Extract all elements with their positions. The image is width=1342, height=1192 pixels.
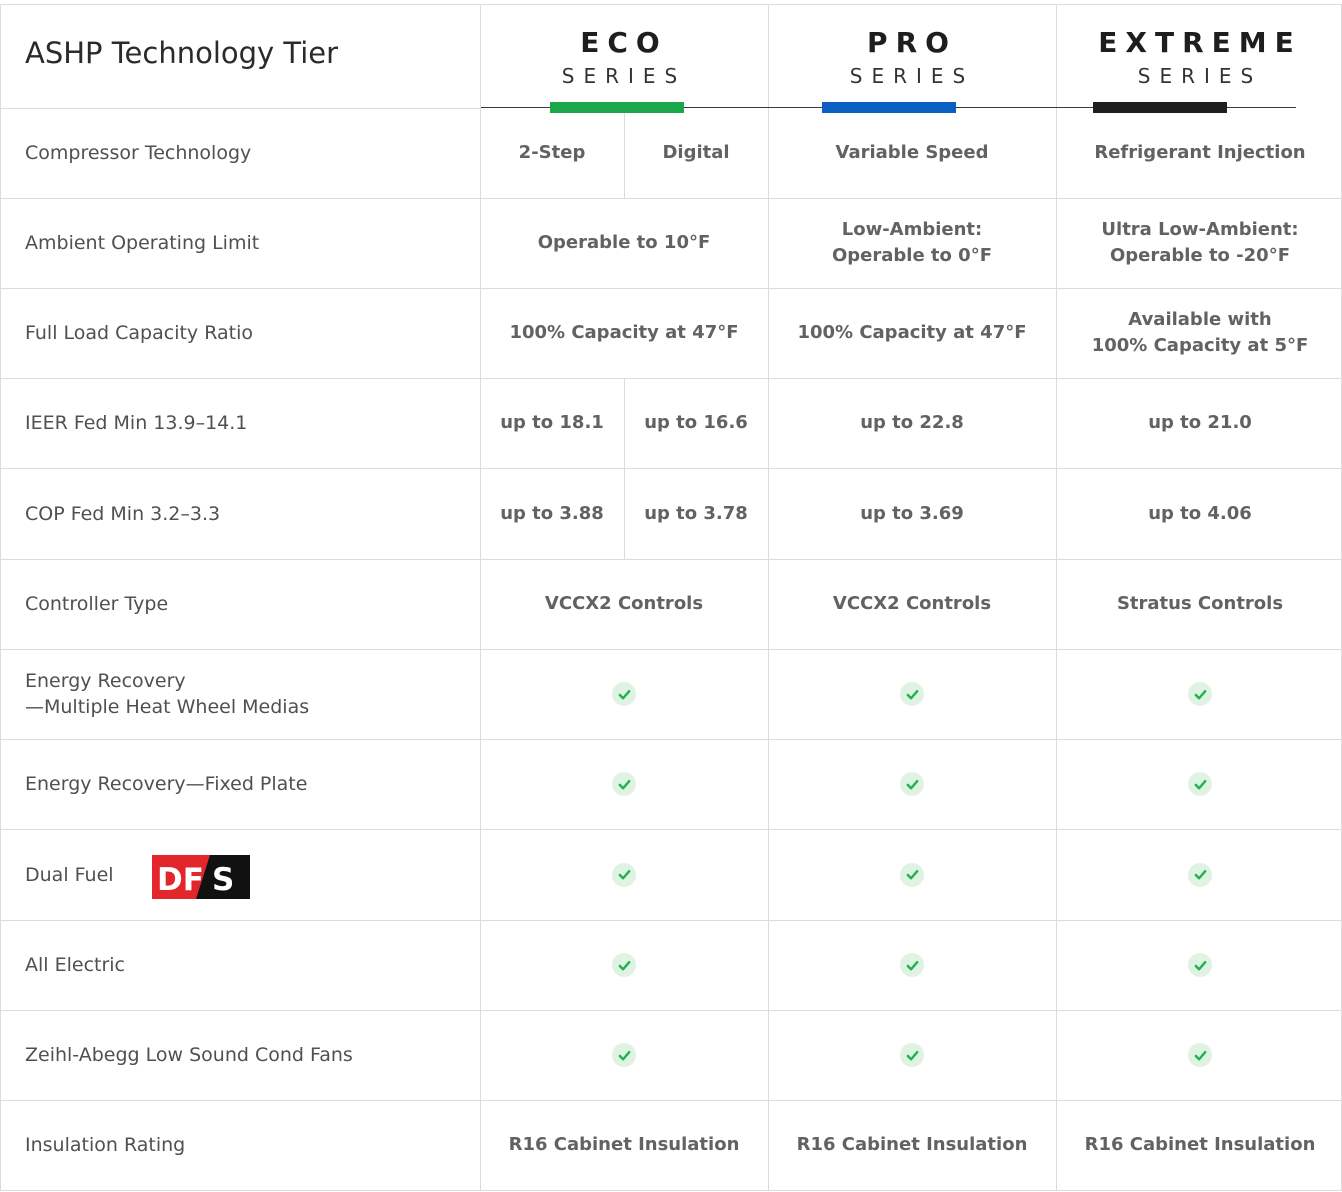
row-label-capacity: Full Load Capacity Ratio [25, 322, 253, 344]
cell-er-wheel-eco [480, 649, 768, 739]
tier-extreme-name: EXTREME [1098, 26, 1302, 59]
row-label-all-electric: All Electric [25, 954, 126, 976]
grid-line [0, 4, 1342, 5]
cell-ieer-eco-a: up to 18.1 [500, 412, 604, 433]
checkmark-icon [612, 772, 636, 796]
cell-ieer-eco-b: up to 16.6 [644, 412, 748, 433]
cell-dual-fuel-pro [768, 829, 1056, 920]
checkmark-icon [900, 682, 924, 706]
checkmark-icon [1188, 862, 1212, 887]
cell-compressor-extreme: Refrigerant Injection [1094, 142, 1306, 163]
cell-capacity-extreme: Available with 100% Capacity at 5°F [1091, 309, 1309, 356]
cell-compressor-eco-a: 2-Step [518, 142, 586, 163]
table-title: ASHP Technology Tier [25, 36, 339, 70]
cell-fans-pro [768, 1010, 1056, 1100]
cell-cop-pro: up to 3.69 [860, 502, 964, 524]
cell-er-wheel-pro [768, 649, 1056, 739]
row-label-fans: Zeihl-Abegg Low Sound Cond Fans [25, 1044, 353, 1066]
tier-extreme-subtitle: SERIES [1137, 64, 1263, 88]
cell-er-plate-eco [480, 739, 768, 829]
cell-er-plate-extreme [1056, 739, 1342, 829]
dfs-logo: DF S [152, 855, 250, 899]
cell-cop-eco-a: up to 3.88 [500, 502, 604, 524]
tier-eco-subtitle: SERIES [561, 64, 687, 88]
cell-er-plate-pro [768, 739, 1056, 829]
checkmark-icon [1188, 772, 1212, 796]
dfs-logo-text-s: S [212, 862, 234, 898]
dfs-logo-text-df: DF [157, 862, 204, 898]
comparison-table: ASHP Technology Tier ECO SERIES PRO SERI… [0, 0, 1342, 1192]
cell-dual-fuel-extreme [1056, 829, 1342, 920]
cell-controller-eco: VCCX2 Controls [544, 593, 704, 614]
checkmark-icon [900, 862, 924, 887]
tier-eco-name: ECO [580, 26, 668, 59]
row-label-insulation: Insulation Rating [25, 1134, 186, 1156]
checkmark-icon [612, 953, 636, 977]
tier-pro-name: PRO [867, 26, 957, 59]
row-label-compressor: Compressor Technology [25, 142, 252, 164]
cell-ieer-extreme: up to 21.0 [1148, 412, 1252, 433]
cell-insulation-extreme: R16 Cabinet Insulation [1084, 1134, 1316, 1155]
tier-pro-subtitle: SERIES [849, 64, 975, 88]
checkmark-icon [612, 1043, 636, 1067]
cell-capacity-pro: 100% Capacity at 47°F [797, 322, 1027, 343]
grid-line [0, 1190, 1342, 1191]
cell-fans-extreme [1056, 1010, 1342, 1100]
checkmark-icon [612, 682, 636, 706]
checkmark-icon [1188, 682, 1212, 706]
cell-compressor-pro: Variable Speed [835, 142, 989, 163]
checkmark-icon [900, 1043, 924, 1067]
row-label-controller: Controller Type [25, 593, 169, 615]
cell-cop-eco-b: up to 3.78 [644, 502, 748, 524]
cell-ieer-pro: up to 22.8 [860, 412, 964, 433]
cell-all-electric-extreme [1056, 920, 1342, 1010]
cell-all-electric-pro [768, 920, 1056, 1010]
checkmark-icon [900, 953, 924, 977]
row-label-er-wheel: Energy Recovery —Multiple Heat Wheel Med… [25, 670, 310, 718]
checkmark-icon [1188, 1043, 1212, 1067]
cell-ambient-eco: Operable to 10°F [537, 232, 711, 253]
cell-controller-extreme: Stratus Controls [1116, 593, 1284, 614]
cell-insulation-eco: R16 Cabinet Insulation [508, 1134, 740, 1155]
cell-controller-pro: VCCX2 Controls [832, 593, 992, 614]
cell-fans-eco [480, 1010, 768, 1100]
cell-cop-extreme: up to 4.06 [1148, 502, 1252, 524]
cell-compressor-eco-b: Digital [662, 142, 730, 163]
checkmark-icon [1188, 953, 1212, 977]
cell-ambient-extreme: Ultra Low-Ambient: Operable to -20°F [1101, 219, 1299, 266]
checkmark-icon [900, 772, 924, 796]
cell-all-electric-eco [480, 920, 768, 1010]
row-label-cop: COP Fed Min 3.2–3.3 [25, 502, 221, 525]
cell-dual-fuel-eco [480, 829, 768, 920]
cell-er-wheel-extreme [1056, 649, 1342, 739]
row-label-ieer: IEER Fed Min 13.9–14.1 [25, 412, 248, 434]
cell-insulation-pro: R16 Cabinet Insulation [796, 1134, 1028, 1155]
row-label-er-plate: Energy Recovery—Fixed Plate [25, 773, 308, 795]
row-label-ambient: Ambient Operating Limit [25, 232, 260, 254]
cell-capacity-eco: 100% Capacity at 47°F [509, 322, 739, 343]
cell-ambient-pro: Low-Ambient: Operable to 0°F [831, 219, 992, 266]
checkmark-icon [612, 862, 636, 887]
